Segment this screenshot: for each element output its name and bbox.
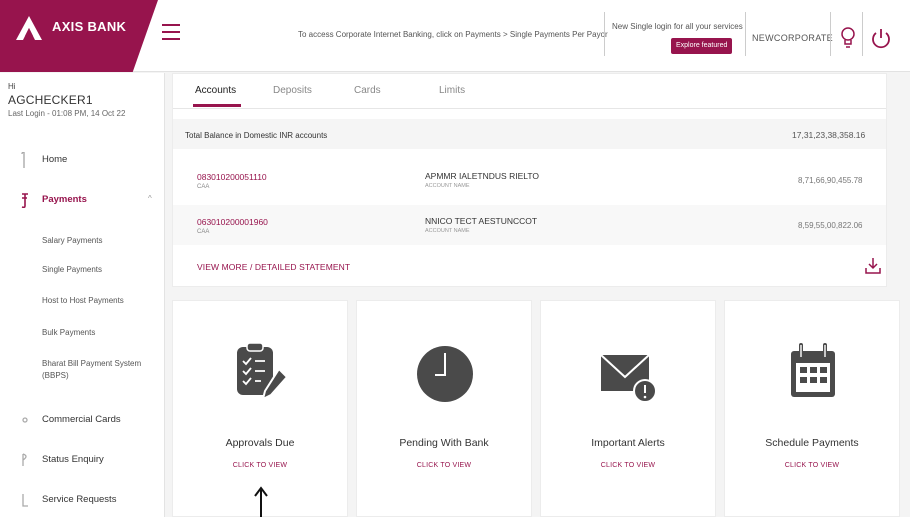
- calendar-icon: [791, 343, 835, 397]
- mail-alert-icon: [600, 354, 657, 403]
- enquiry-icon: [22, 453, 27, 466]
- sidebar-subitem-salary[interactable]: Salary Payments: [42, 235, 152, 247]
- sidebar: Hi AGCHECKER1 Last Login - 01:08 PM, 14 …: [0, 73, 165, 517]
- bulb-icon[interactable]: [840, 26, 856, 50]
- approvals-due-tile[interactable]: Approvals Due CLICK TO VIEW: [172, 300, 348, 517]
- sidebar-item-label: Payments: [42, 194, 87, 205]
- sidebar-item-service-requests[interactable]: Service Requests: [0, 489, 164, 511]
- explore-featured-button[interactable]: Explore featured: [671, 38, 733, 54]
- alerts-click-to-view[interactable]: CLICK TO VIEW: [541, 462, 715, 469]
- menu-icon[interactable]: [162, 24, 180, 40]
- sidebar-item-payments[interactable]: Payments ^: [0, 189, 164, 211]
- sidebar-item-status-enquiry[interactable]: Status Enquiry: [0, 449, 164, 471]
- tab-limits[interactable]: Limits: [439, 85, 465, 96]
- user-greeting: Hi: [8, 82, 16, 91]
- tile-title: Pending With Bank: [399, 437, 489, 449]
- header-divider: [830, 12, 831, 56]
- total-balance-row: Total Balance in Domestic INR accounts 1…: [173, 119, 886, 149]
- view-more-statement-link[interactable]: VIEW MORE / DETAILED STATEMENT: [197, 262, 350, 272]
- arrow-up-icon: [254, 486, 268, 517]
- tab-accounts[interactable]: Accounts: [195, 85, 236, 96]
- table-row: 063010200001960 CAA NNICO TECT AESTUNCCO…: [173, 205, 886, 245]
- axis-logo-icon: [16, 16, 42, 40]
- sidebar-item-commercial-cards[interactable]: Commercial Cards: [0, 409, 164, 431]
- username-label[interactable]: NEWCORPORATE: [752, 33, 833, 43]
- home-icon: [21, 152, 25, 168]
- account-number-link[interactable]: 063010200001960: [197, 217, 268, 227]
- account-tabs: Accounts Deposits Cards Limits: [173, 74, 886, 109]
- brand-name: AXIS BANK: [52, 19, 127, 34]
- important-alerts-tile[interactable]: Important Alerts CLICK TO VIEW: [540, 300, 716, 517]
- account-balance: 8,71,66,90,455.78: [798, 176, 863, 185]
- sidebar-item-home[interactable]: Home: [0, 149, 164, 171]
- active-tab-indicator: [193, 104, 241, 107]
- sidebar-subitem-host[interactable]: Host to Host Payments: [42, 295, 152, 307]
- checklist-icon: [237, 342, 289, 401]
- account-type: CAA: [197, 229, 210, 235]
- tile-title: Schedule Payments: [765, 437, 859, 449]
- pending-click-to-view[interactable]: CLICK TO VIEW: [357, 462, 531, 469]
- payments-icon: [21, 193, 28, 208]
- chevron-up-icon[interactable]: ^: [148, 194, 152, 203]
- header-notice: To access Corporate Internet Banking, cl…: [298, 30, 608, 39]
- table-row: 083010200051110 CAA APMMR IALETNDUS RIEL…: [173, 160, 886, 200]
- brand-logo[interactable]: AXIS BANK: [0, 0, 158, 72]
- tab-deposits[interactable]: Deposits: [273, 85, 312, 96]
- sidebar-subitem-bbps[interactable]: Bharat Bill Payment System (BBPS): [42, 358, 152, 382]
- account-number-link[interactable]: 083010200051110: [197, 172, 267, 182]
- tile-title: Approvals Due: [225, 437, 295, 449]
- account-name-caption: ACCOUNT NAME: [425, 228, 470, 234]
- account-type: CAA: [197, 184, 210, 190]
- sidebar-subitem-bulk[interactable]: Bulk Payments: [42, 327, 152, 339]
- pending-with-bank-tile[interactable]: Pending With Bank CLICK TO VIEW: [356, 300, 532, 517]
- account-name: APMMR IALETNDUS RIELTO: [425, 171, 539, 181]
- header-divider: [745, 12, 746, 56]
- approvals-click-to-view[interactable]: CLICK TO VIEW: [173, 462, 347, 469]
- total-balance-label: Total Balance in Domestic INR accounts: [185, 131, 328, 140]
- header-divider: [862, 12, 863, 56]
- schedule-click-to-view[interactable]: CLICK TO VIEW: [725, 462, 899, 469]
- tab-cards[interactable]: Cards: [354, 85, 381, 96]
- sidebar-subitem-single[interactable]: Single Payments: [42, 264, 152, 276]
- tile-title: Important Alerts: [591, 437, 665, 449]
- account-name-caption: ACCOUNT NAME: [425, 183, 470, 189]
- total-balance-amount: 17,31,23,38,358.16: [792, 130, 866, 140]
- schedule-payments-tile[interactable]: Schedule Payments CLICK TO VIEW: [724, 300, 900, 517]
- card-icon: [22, 417, 28, 423]
- download-icon[interactable]: [865, 257, 881, 275]
- single-login-text: New Single login for all your services: [612, 22, 743, 31]
- sidebar-item-label: Service Requests: [42, 494, 117, 505]
- sidebar-item-label: Status Enquiry: [42, 454, 104, 465]
- accounts-panel: Accounts Deposits Cards Limits Total Bal…: [172, 73, 887, 287]
- account-name: NNICO TECT AESTUNCCOT: [425, 216, 538, 226]
- account-balance: 8,59,55,00,822.06: [798, 221, 863, 230]
- sidebar-item-label: Commercial Cards: [42, 414, 121, 425]
- user-name: AGCHECKER1: [8, 93, 93, 107]
- power-icon[interactable]: [870, 26, 892, 50]
- sidebar-item-label: Home: [42, 154, 68, 165]
- service-icon: [22, 494, 28, 507]
- header-divider: [604, 12, 605, 56]
- last-login: Last Login - 01:08 PM, 14 Oct 22: [8, 109, 126, 118]
- top-header: AXIS BANK To access Corporate Internet B…: [0, 0, 910, 72]
- clock-icon: [417, 346, 473, 402]
